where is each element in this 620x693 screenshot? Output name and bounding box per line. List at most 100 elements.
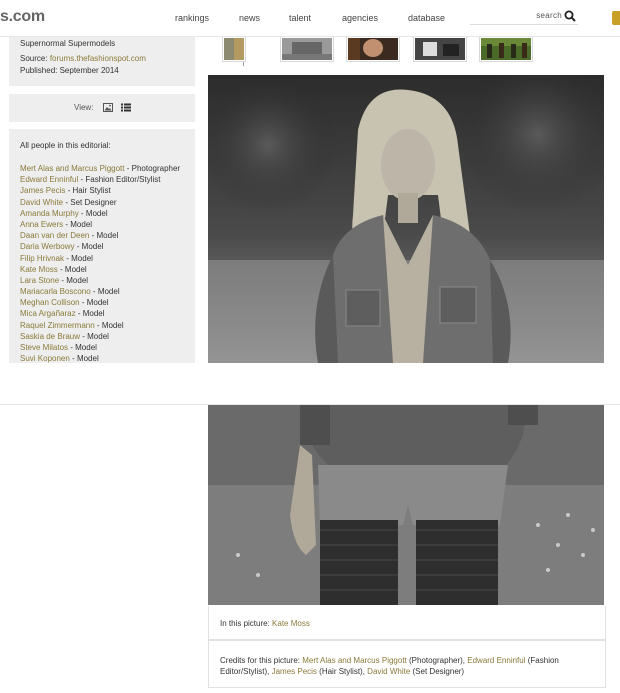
thumbnail[interactable] xyxy=(222,36,246,62)
person-link[interactable]: Filip Hrivnak xyxy=(20,254,64,263)
editorial-published: Published: September 2014 xyxy=(20,66,119,75)
person-link[interactable]: Mariacarla Boscono xyxy=(20,287,91,296)
person-link[interactable]: Anna Ewers xyxy=(20,220,63,229)
view-switcher: View: xyxy=(9,94,195,122)
person-link[interactable]: Edward Enninful xyxy=(20,175,78,184)
in-picture-name-link[interactable]: Kate Moss xyxy=(272,619,310,628)
list-item: Mert Alas and Marcus Piggott - Photograp… xyxy=(20,163,180,174)
person-link[interactable]: James Pecis xyxy=(20,186,65,195)
credit-role: (Set Designer) xyxy=(410,667,465,676)
person-role: - Model xyxy=(64,253,93,263)
list-item: Filip Hrivnak - Model xyxy=(20,253,180,264)
list-item: Kate Moss - Model xyxy=(20,264,180,275)
editorial-photo-lower[interactable] xyxy=(208,405,604,605)
person-link[interactable]: Mert Alas and Marcus Piggott xyxy=(20,164,125,173)
person-link[interactable]: Steve Milatos xyxy=(20,343,68,352)
person-role: - Set Designer xyxy=(63,197,117,207)
in-picture-caption: In this picture: Kate Moss xyxy=(208,606,606,640)
list-item: Meghan Collison - Model xyxy=(20,297,180,308)
credit-role: (Hair Stylist), xyxy=(316,667,368,676)
person-link[interactable]: Suvi Koponen xyxy=(20,354,70,363)
view-label: View: xyxy=(74,103,94,112)
person-link[interactable]: Daria Werbowy xyxy=(20,242,75,251)
nav-database[interactable]: database xyxy=(408,13,445,23)
credits-line: Credits for this picture: Mert Alas and … xyxy=(220,655,575,677)
credit-link[interactable]: David White xyxy=(367,667,410,676)
list-item: Raquel Zimmermann - Model xyxy=(20,320,180,331)
list-item: Suvi Koponen - Model xyxy=(20,353,180,363)
person-role: - Photographer xyxy=(124,164,181,173)
site-logo[interactable]: s.com xyxy=(0,8,45,26)
menu-tab-edge[interactable] xyxy=(612,11,620,25)
credit-role: (Photographer), xyxy=(406,656,468,665)
in-picture-label: In this picture: xyxy=(220,619,270,628)
person-role: - Model xyxy=(68,343,97,352)
search-field[interactable]: search xyxy=(470,8,578,25)
person-role: - Model xyxy=(89,231,119,241)
person-role: - Model xyxy=(69,354,99,363)
editorial-title: Supernormal Supermodels xyxy=(20,39,116,48)
list-item: James Pecis - Hair Stylist xyxy=(20,185,180,196)
editorial-source: Source: forums.thefashionspot.com xyxy=(20,54,146,63)
thumbnail-image xyxy=(282,38,332,60)
list-item: Anna Ewers - Model xyxy=(20,219,180,230)
credit-link[interactable]: Edward Enninful xyxy=(467,656,525,665)
thumbnail-image xyxy=(415,38,465,60)
person-role: - Model xyxy=(90,287,120,297)
person-link[interactable]: David White xyxy=(20,198,63,207)
person-role: - Model xyxy=(57,264,87,274)
person-role: - Model xyxy=(74,242,104,252)
person-role: - Fashion Editor/Stylist xyxy=(78,175,161,185)
thumbnail[interactable] xyxy=(346,36,400,62)
nav-rankings[interactable]: rankings xyxy=(175,13,209,23)
list-view-icon[interactable] xyxy=(121,103,131,112)
list-item: Daria Werbowy - Model xyxy=(20,241,180,252)
person-role: - Model xyxy=(78,208,108,218)
list-item: Mariacarla Boscono - Model xyxy=(20,286,180,297)
person-link[interactable]: Mica Argañaraz xyxy=(20,309,76,318)
list-item: Mica Argañaraz - Model xyxy=(20,308,180,319)
person-link[interactable]: Amanda Murphy xyxy=(20,209,79,218)
list-item: David White - Set Designer xyxy=(20,197,180,208)
thumbnail[interactable] xyxy=(479,36,533,62)
people-panel: All people in this editorial: Mert Alas … xyxy=(9,129,195,363)
nav-agencies[interactable]: agencies xyxy=(342,13,378,23)
person-link[interactable]: Kate Moss xyxy=(20,265,58,274)
person-link[interactable]: Raquel Zimmermann xyxy=(20,321,95,330)
search-placeholder: search xyxy=(536,11,562,20)
list-item: Daan van der Deen - Model xyxy=(20,230,180,241)
person-role: - Model xyxy=(79,298,109,308)
person-role: - Model xyxy=(80,331,109,341)
person-link[interactable]: Saskia de Brauw xyxy=(20,332,80,341)
list-item: Edward Enninful - Fashion Editor/Stylist xyxy=(20,174,180,185)
photo-image-lower xyxy=(208,405,604,605)
list-item: Amanda Murphy - Model xyxy=(20,208,180,219)
person-role: - Model xyxy=(63,219,93,229)
person-role: - Model xyxy=(94,320,124,330)
nav-talent[interactable]: talent xyxy=(289,13,311,23)
top-bar: s.com rankings news talent agencies data… xyxy=(0,0,620,37)
credit-link[interactable]: Mert Alas and Marcus Piggott xyxy=(302,656,407,665)
person-link[interactable]: Lara Stone xyxy=(20,276,59,285)
person-link[interactable]: Meghan Collison xyxy=(20,298,80,307)
list-item: Saskia de Brauw - Model xyxy=(20,331,180,342)
search-icon[interactable] xyxy=(564,10,576,22)
source-label: Source: xyxy=(20,54,48,63)
nav-news[interactable]: news xyxy=(239,13,260,23)
source-link[interactable]: forums.thefashionspot.com xyxy=(50,54,146,63)
thumbnail[interactable] xyxy=(413,36,467,62)
photo-image xyxy=(208,75,604,363)
list-item: Steve Milatos - Model xyxy=(20,342,180,353)
credits-label: Credits for this picture: xyxy=(220,656,301,665)
person-link[interactable]: Daan van der Deen xyxy=(20,231,89,240)
person-role: - Model xyxy=(59,275,89,285)
editorial-photo[interactable] xyxy=(208,75,604,363)
people-list: Mert Alas and Marcus Piggott - Photograp… xyxy=(20,163,180,363)
people-title: All people in this editorial: xyxy=(20,141,111,150)
image-view-icon[interactable] xyxy=(103,103,113,112)
person-role: - Model xyxy=(75,309,105,319)
list-item: Lara Stone - Model xyxy=(20,275,180,286)
credit-link[interactable]: James Pecis xyxy=(272,667,317,676)
thumbnail[interactable] xyxy=(280,36,334,62)
thumbnail-image xyxy=(348,38,398,60)
